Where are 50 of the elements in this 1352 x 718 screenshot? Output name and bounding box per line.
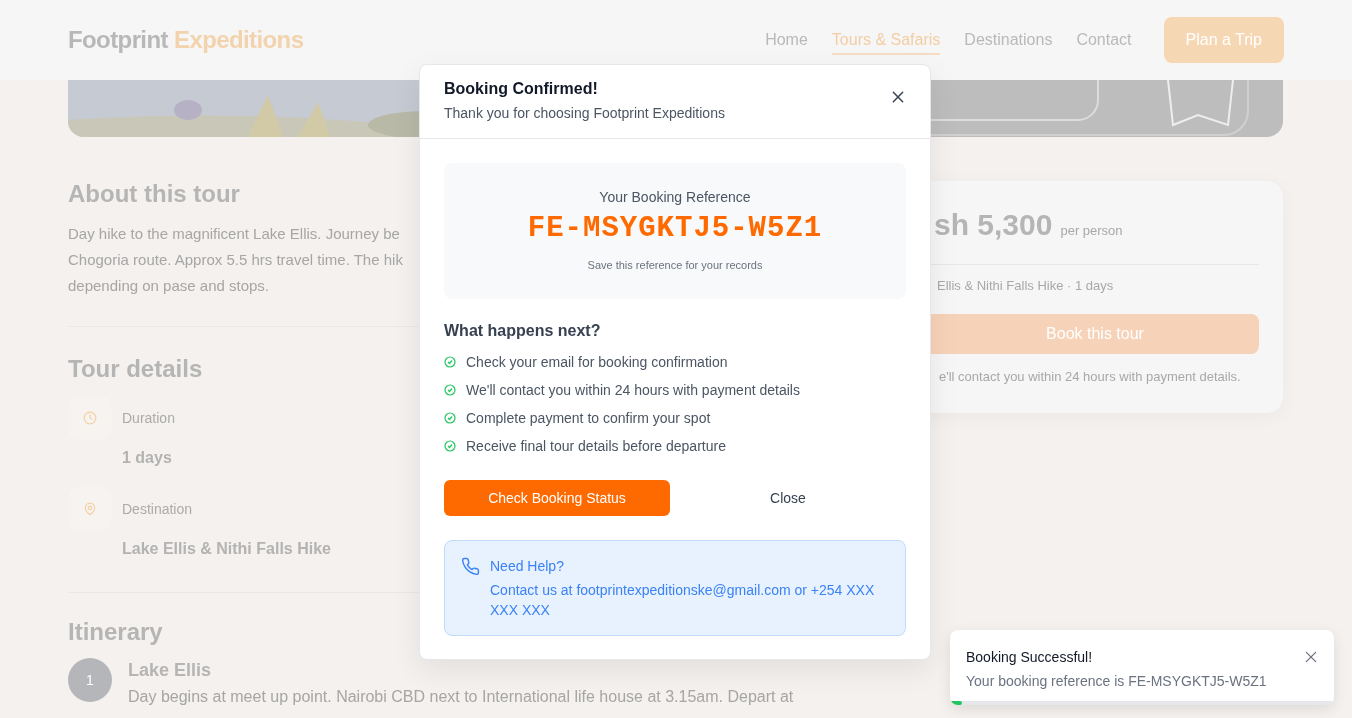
paragraph-line: Day hike to the magnificent Lake Ellis. Journey be xyxy=(68,224,401,244)
paragraph-line: Chogoria route. Approx 5.5 hrs travel time. The hik xyxy=(68,250,403,270)
itinerary-description: Day begins at meet up point. Nairobi CBD next to International life house at 3.15am. Depart at xyxy=(128,687,794,707)
section-title: Tour details xyxy=(68,354,203,384)
check-circle-icon xyxy=(444,356,456,368)
section-heading: What happens next? xyxy=(444,321,602,341)
toast-title: Booking Successful! xyxy=(966,648,1094,667)
detail-value: 1 days xyxy=(122,448,173,468)
help-text: Contact us at footprintexpeditionske@gmail.com or +254 XXX XXX XXX xyxy=(490,581,876,620)
tour-summary: Ellis & Nithi Falls Hike · 1 days xyxy=(936,277,1115,295)
detail-label: Destination xyxy=(122,500,194,519)
help-title: Need Help? xyxy=(490,557,565,576)
nav-link[interactable]: Tours & Safaris xyxy=(831,25,941,55)
nav-link[interactable]: Contact xyxy=(1076,25,1132,55)
plan-trip-button[interactable]: Plan a Trip xyxy=(1163,17,1284,63)
nav-link[interactable]: Destinations xyxy=(964,25,1053,55)
map-pin-icon xyxy=(83,502,97,516)
step-text: Check your email for booking confirmation xyxy=(466,352,728,372)
dialog-title: Booking Confirmed! xyxy=(444,79,599,99)
reference-label: Your Booking Reference xyxy=(599,188,751,207)
check-circle-icon xyxy=(444,412,456,424)
site-logo[interactable]: Footprint Expeditions xyxy=(68,22,304,58)
reference-code: FE-MSYGKTJ5-W5Z1 xyxy=(527,211,823,247)
contact-note: e'll contact you within 24 hours with payment details. xyxy=(938,368,1242,386)
check-status-button[interactable]: Check Booking Status xyxy=(444,480,670,516)
step-text: Complete payment to confirm your spot xyxy=(466,408,711,428)
toast-message: Your booking reference is FE-MSYGKTJ5-W5Z1 xyxy=(966,672,1267,691)
close-text-button[interactable]: Close xyxy=(670,480,906,516)
paragraph-line: depending on pase and stops. xyxy=(68,276,270,296)
itinerary-title: Lake Ellis xyxy=(128,659,213,682)
check-circle-icon xyxy=(444,384,456,396)
reference-caption: Save this reference for your records xyxy=(587,258,763,273)
section-title: Itinerary xyxy=(68,617,163,647)
close-icon xyxy=(890,89,906,105)
detail-label: Duration xyxy=(122,409,175,428)
step-number: 1 xyxy=(68,658,112,702)
phone-icon xyxy=(461,557,480,576)
nav-link[interactable]: Home xyxy=(765,25,808,55)
step-text: Receive final tour details before departure xyxy=(466,436,726,456)
detail-value: Lake Ellis & Nithi Falls Hike xyxy=(122,539,331,559)
close-button[interactable] xyxy=(890,89,906,105)
section-title: About this tour xyxy=(68,179,240,209)
close-button[interactable] xyxy=(1304,650,1318,664)
price-unit: per person xyxy=(1060,222,1123,240)
dialog-subtitle: Thank you for choosing Footprint Expeditions xyxy=(444,104,725,123)
check-circle-icon xyxy=(444,440,456,452)
step-text: We'll contact you within 24 hours with payment details xyxy=(466,380,800,400)
close-icon xyxy=(1304,650,1318,664)
price-text: sh 5,300 xyxy=(934,207,1053,243)
clock-icon xyxy=(83,411,97,425)
